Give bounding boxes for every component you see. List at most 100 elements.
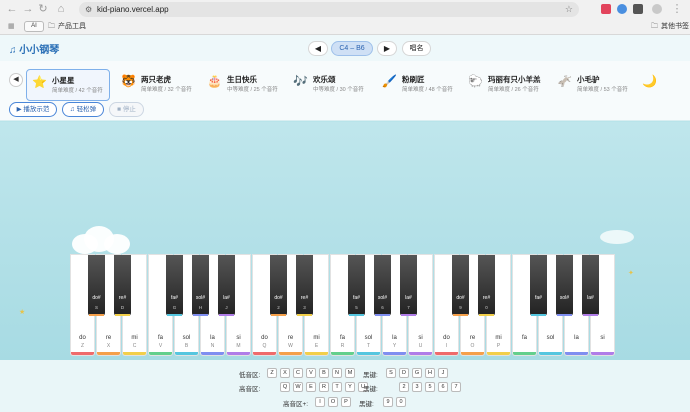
easy-play-button[interactable]: ♫ 轻松弹 xyxy=(62,102,104,117)
black-key[interactable]: fa# G xyxy=(166,255,183,316)
black-key[interactable]: fa# xyxy=(530,255,547,316)
song-meta: 简单难度 / 48 个音符 xyxy=(402,87,453,93)
keyboard-legend: 低音区: Z X C V B N M 黑键: S D G H J 高音区: Q W E R T Y U 黑键: 2 3 5 6 7 高音… xyxy=(0,360,690,412)
black-key[interactable]: la# 7 xyxy=(400,255,417,316)
song-item[interactable]: 🎂 生日快乐 中等难度 / 25 个音符 xyxy=(202,69,284,101)
bookmark-ai[interactable]: AI xyxy=(24,21,44,32)
song-item[interactable]: 🫏 小毛驴 简单难度 / 53 个音符 xyxy=(552,69,634,101)
reload-icon[interactable]: ↻ xyxy=(37,3,49,15)
octave-prev-button[interactable]: ◀ xyxy=(308,41,328,56)
key-shortcut: P xyxy=(496,343,501,349)
note-color-strip xyxy=(89,314,104,316)
profile-avatar-icon[interactable] xyxy=(652,4,662,14)
key-shortcut: 3 xyxy=(303,305,306,310)
key-shortcut: V xyxy=(158,343,163,349)
black-key[interactable]: do# 9 xyxy=(452,255,469,316)
address-bar[interactable]: ⚙ kid-piano.vercel.app ☆ xyxy=(79,2,579,17)
song-item[interactable]: 🖌️ 粉刷匠 简单难度 / 48 个音符 xyxy=(377,69,459,101)
legend-key: O xyxy=(328,397,338,407)
black-key[interactable]: re# D xyxy=(114,255,131,316)
note-label: si xyxy=(236,335,241,341)
note-label: mi xyxy=(313,335,320,341)
bookmark-star-icon[interactable]: ☆ xyxy=(565,2,573,17)
note-color-strip xyxy=(115,314,130,316)
extension-icon-3[interactable] xyxy=(633,4,643,14)
key-shortcut: X xyxy=(106,343,111,349)
black-key[interactable]: fa# 5 xyxy=(348,255,365,316)
song-name: 小星星 xyxy=(52,76,75,85)
black-key[interactable]: sol# 6 xyxy=(374,255,391,316)
black-key[interactable]: la# xyxy=(582,255,599,316)
forward-icon[interactable]: → xyxy=(22,3,34,15)
key-shortcut: I xyxy=(445,343,448,349)
black-key[interactable]: sol# xyxy=(556,255,573,316)
menu-icon[interactable]: ⋮ xyxy=(671,3,683,15)
black-key[interactable]: re# 3 xyxy=(296,255,313,316)
song-item[interactable]: 🎶 欢乐颂 中等难度 / 30 个音符 xyxy=(288,69,372,101)
note-label: re xyxy=(287,335,294,341)
note-color-strip xyxy=(539,352,562,355)
note-label: do xyxy=(261,335,268,341)
legend-label: 黑键: xyxy=(359,401,374,408)
note-color-strip xyxy=(513,352,536,355)
black-key[interactable]: sol# H xyxy=(192,255,209,316)
other-bookmarks-icon: 🗀 xyxy=(651,23,658,30)
key-shortcut: Y xyxy=(392,343,397,349)
legend-key: 6 xyxy=(438,382,448,392)
extension-icon-2[interactable] xyxy=(617,4,627,14)
black-key[interactable]: do# 2 xyxy=(270,255,287,316)
note-label: la# xyxy=(587,295,594,301)
key-shortcut: S xyxy=(94,305,98,310)
note-color-strip xyxy=(461,352,484,355)
black-key[interactable]: la# J xyxy=(218,255,235,316)
key-shortcut: N xyxy=(210,343,215,349)
octave-range: C4 – B6 xyxy=(331,41,373,56)
back-icon[interactable]: ← xyxy=(6,3,18,15)
key-shortcut: U xyxy=(418,343,423,349)
legend-key: T xyxy=(332,382,342,392)
legend-key: 2 xyxy=(399,382,409,392)
bookmark-product-tools[interactable]: 产品工具 xyxy=(58,22,86,32)
key-shortcut: R xyxy=(340,343,345,349)
black-key[interactable]: re# 0 xyxy=(478,255,495,316)
stop-button[interactable]: ■ 停止 xyxy=(109,102,144,117)
note-label: si xyxy=(418,335,423,341)
note-color-strip xyxy=(435,352,458,355)
song-item[interactable]: 🐯 两只老虎 简单难度 / 32 个音符 xyxy=(116,69,198,101)
home-icon[interactable]: ⌂ xyxy=(55,3,67,15)
song-item[interactable]: 🐑 玛丽有只小羊羔 简单难度 / 26 个音符 xyxy=(463,69,549,101)
other-bookmarks[interactable]: 其他书签 xyxy=(661,22,689,32)
note-label: re xyxy=(469,335,476,341)
extension-icon-1[interactable] xyxy=(601,4,611,14)
key-shortcut: W xyxy=(288,343,293,349)
legend-key: Z xyxy=(267,368,277,378)
note-label: fa xyxy=(157,335,163,341)
key-shortcut: D xyxy=(120,305,125,310)
song-item[interactable]: 🌙 xyxy=(637,69,677,101)
note-color-strip xyxy=(123,352,146,355)
url-text: kid-piano.vercel.app xyxy=(97,5,169,14)
star-decoration-icon: ✦ xyxy=(628,270,634,277)
song-meta: 简单难度 / 53 个音符 xyxy=(577,87,628,93)
black-key[interactable]: do# S xyxy=(88,255,105,316)
solfege-toggle-button[interactable]: 唱名 xyxy=(402,41,431,56)
play-demo-button[interactable]: ▶ 播放示范 xyxy=(9,102,57,117)
note-color-strip xyxy=(383,352,406,355)
site-info-icon[interactable]: ⚙ xyxy=(85,2,92,17)
note-label: fa xyxy=(339,335,345,341)
note-color-strip xyxy=(357,352,380,355)
song-scroll-left-button[interactable]: ◀ xyxy=(9,73,23,87)
song-name: 小毛驴 xyxy=(577,75,600,84)
apps-grid-icon[interactable]: ▦ xyxy=(8,22,15,32)
song-icon: 🎶 xyxy=(293,74,308,88)
note-color-strip xyxy=(565,352,588,355)
song-item[interactable]: ⭐ 小星星 简单难度 / 42 个音符 xyxy=(26,69,110,101)
note-color-strip xyxy=(583,314,598,316)
legend-key: J xyxy=(438,368,448,378)
key-shortcut: Z xyxy=(80,343,85,349)
song-name: 欢乐颂 xyxy=(313,75,336,84)
key-shortcut: 2 xyxy=(277,305,280,310)
octave-next-button[interactable]: ▶ xyxy=(377,41,397,56)
note-color-strip xyxy=(331,352,354,355)
note-color-strip xyxy=(409,352,432,355)
